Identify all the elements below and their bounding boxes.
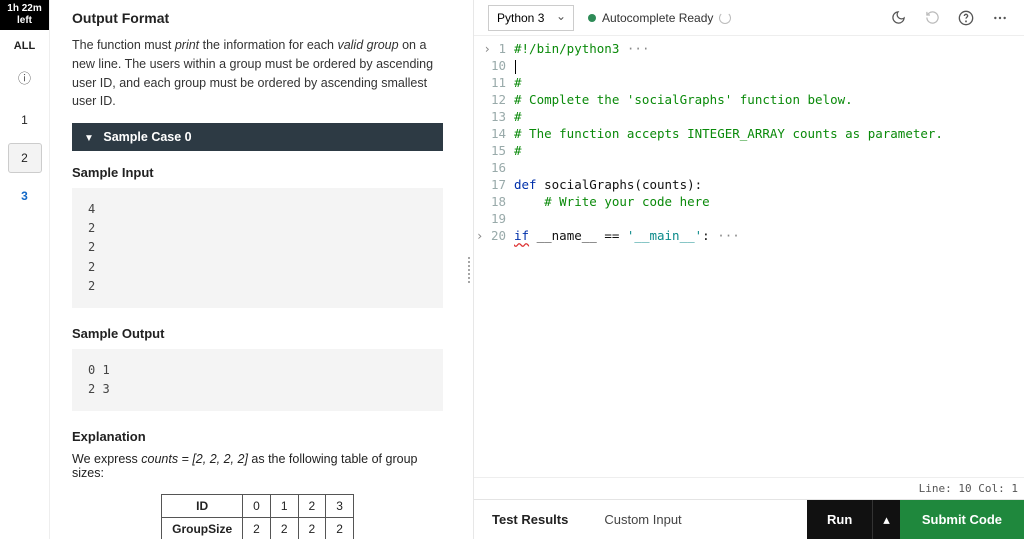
chevron-down-icon: ▼ xyxy=(84,133,94,144)
timer: 1h 22m left xyxy=(0,0,49,30)
sample-case-header[interactable]: ▼ Sample Case 0 xyxy=(72,123,443,151)
info-icon[interactable]: ⓘ xyxy=(18,62,31,101)
sample-input-label: Sample Input xyxy=(72,165,443,180)
submit-button[interactable]: Submit Code xyxy=(900,500,1024,539)
autocomplete-status: Autocomplete Ready xyxy=(588,11,731,25)
output-format-description: The function must print the information … xyxy=(72,36,443,111)
editor-status-bar: Line: 10 Col: 1 xyxy=(474,477,1024,499)
editor-panel: Python 3 Autocomplete Ready xyxy=(473,0,1024,539)
editor-toolbar: Python 3 Autocomplete Ready xyxy=(474,0,1024,36)
table-row: ID 0 1 2 3 xyxy=(162,495,354,518)
question-nav: 1h 22m left ALL ⓘ 1 2 3 xyxy=(0,0,50,539)
language-select[interactable]: Python 3 xyxy=(488,5,574,31)
table-row: GroupSize 2 2 2 2 xyxy=(162,518,354,539)
panel-resize-handle[interactable] xyxy=(465,0,473,539)
cursor-position: Line: 10 Col: 1 xyxy=(919,482,1018,495)
reset-icon[interactable] xyxy=(922,8,942,28)
section-title: Output Format xyxy=(72,10,443,26)
sample-output: 0 1 2 3 xyxy=(72,349,443,411)
tab-custom-input[interactable]: Custom Input xyxy=(586,500,699,539)
run-button[interactable]: Run xyxy=(807,500,872,539)
moon-icon[interactable] xyxy=(888,8,908,28)
problem-panel: Output Format The function must print th… xyxy=(50,0,465,539)
explanation-line-1: We express counts = [2, 2, 2, 2] as the … xyxy=(72,452,443,480)
run-menu-caret[interactable]: ▴ xyxy=(872,500,900,539)
bottom-bar: Test Results Custom Input Run ▴ Submit C… xyxy=(474,499,1024,539)
explanation-label: Explanation xyxy=(72,429,443,444)
sample-input: 4 2 2 2 2 xyxy=(72,188,443,308)
more-icon[interactable] xyxy=(990,8,1010,28)
group-size-table: ID 0 1 2 3 GroupSize 2 2 2 2 xyxy=(161,494,354,539)
code-editor[interactable]: › 110111213141516171819› 20 #!/bin/pytho… xyxy=(474,36,1024,477)
spinner-icon xyxy=(719,12,731,24)
sample-case-label: Sample Case 0 xyxy=(103,130,191,144)
sample-output-label: Sample Output xyxy=(72,326,443,341)
nav-all[interactable]: ALL xyxy=(14,30,35,62)
tab-test-results[interactable]: Test Results xyxy=(474,500,586,539)
question-2[interactable]: 2 xyxy=(8,143,42,173)
question-3[interactable]: 3 xyxy=(8,181,42,211)
question-1[interactable]: 1 xyxy=(8,105,42,135)
status-dot-icon xyxy=(588,14,596,22)
help-icon[interactable] xyxy=(956,8,976,28)
